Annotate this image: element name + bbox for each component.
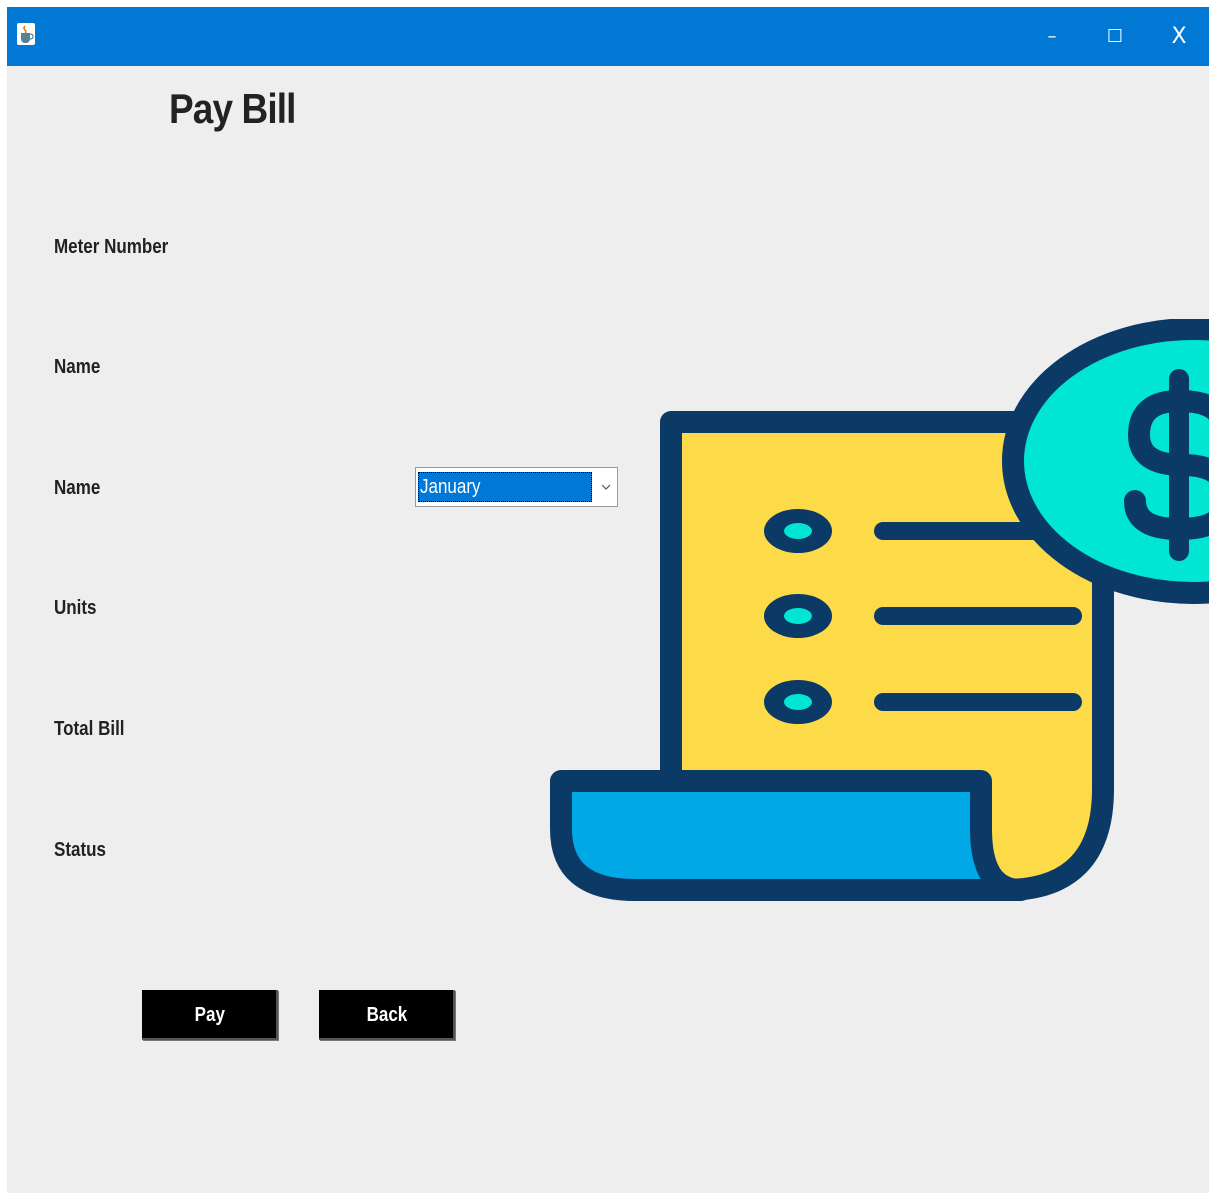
pay-button[interactable]: Pay bbox=[142, 990, 278, 1040]
maximize-button[interactable]: ☐ bbox=[1093, 17, 1137, 57]
minimize-button[interactable]: – bbox=[1030, 17, 1074, 57]
back-button-label: Back bbox=[366, 1003, 408, 1026]
java-coffee-icon bbox=[17, 23, 35, 45]
bill-invoice-dollar-icon bbox=[550, 319, 1209, 901]
name-label: Name bbox=[54, 356, 101, 378]
month-label: Name bbox=[54, 477, 101, 499]
title-bar[interactable]: – ☐ X bbox=[7, 7, 1209, 66]
meter-number-label: Meter Number bbox=[54, 236, 169, 258]
units-label: Units bbox=[54, 597, 97, 619]
total-bill-label: Total Bill bbox=[54, 718, 125, 740]
app-window: – ☐ X Pay Bill Meter Number Name Name Un… bbox=[7, 7, 1209, 1193]
status-label: Status bbox=[54, 839, 106, 861]
close-button[interactable]: X bbox=[1157, 17, 1201, 57]
page-title: Pay Bill bbox=[169, 85, 296, 132]
month-value-text: January bbox=[420, 476, 481, 498]
pay-button-label: Pay bbox=[194, 1003, 226, 1026]
back-button[interactable]: Back bbox=[319, 990, 455, 1040]
